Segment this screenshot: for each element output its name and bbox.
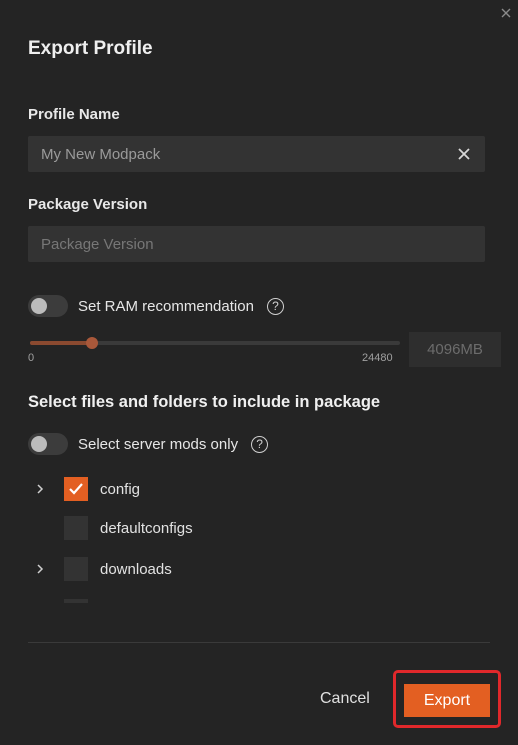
toggle-knob: [31, 436, 47, 452]
files-section-title: Select files and folders to include in p…: [28, 393, 381, 411]
checkmark-icon: [69, 483, 83, 495]
ram-value-field[interactable]: 4096MB: [409, 332, 501, 367]
ram-slider-min: 0: [28, 352, 35, 364]
cancel-button[interactable]: Cancel: [320, 690, 370, 708]
close-icon[interactable]: [499, 6, 513, 20]
tree-item-label: config: [100, 480, 141, 498]
tree-item-label: defaultconfigs: [100, 519, 193, 537]
clear-icon[interactable]: [457, 147, 471, 161]
ram-toggle-row: Set RAM recommendation ?: [28, 295, 284, 317]
tree-item: defaultconfigs: [30, 514, 193, 542]
footer-divider: [28, 642, 490, 643]
dialog-title: Export Profile: [28, 38, 153, 59]
chevron-spacer: [30, 518, 50, 538]
checkbox-partial: [64, 599, 88, 603]
ram-slider-fill: [30, 341, 92, 345]
server-mods-toggle[interactable]: [28, 433, 68, 455]
server-mods-toggle-row: Select server mods only ?: [28, 433, 269, 455]
ram-slider-max: 24480: [362, 352, 393, 364]
ram-toggle-label: Set RAM recommendation: [78, 297, 254, 315]
tree-item-label: downloads: [100, 560, 172, 578]
package-version-label: Package Version: [28, 196, 148, 213]
checkbox[interactable]: [64, 516, 88, 540]
profile-name-input[interactable]: [28, 136, 485, 172]
server-mods-toggle-label: Select server mods only: [78, 435, 239, 453]
profile-name-label: Profile Name: [28, 106, 120, 123]
help-icon[interactable]: ?: [251, 435, 269, 453]
ram-slider[interactable]: [30, 337, 400, 349]
profile-name-field[interactable]: [28, 136, 485, 172]
export-button[interactable]: Export: [404, 684, 490, 717]
ram-slider-thumb[interactable]: [85, 337, 98, 349]
export-profile-dialog: Export Profile Profile Name Package Vers…: [0, 0, 518, 745]
toggle-knob: [31, 298, 47, 314]
tree-item: downloads: [30, 555, 172, 583]
ram-toggle[interactable]: [28, 295, 68, 317]
help-icon[interactable]: ?: [266, 297, 284, 315]
checkbox[interactable]: [64, 477, 88, 501]
chevron-right-icon[interactable]: [30, 559, 50, 579]
package-version-input[interactable]: [28, 226, 485, 262]
chevron-right-icon[interactable]: [30, 479, 50, 499]
tree-item: config: [30, 475, 140, 503]
checkbox[interactable]: [64, 557, 88, 581]
package-version-field[interactable]: [28, 226, 485, 262]
